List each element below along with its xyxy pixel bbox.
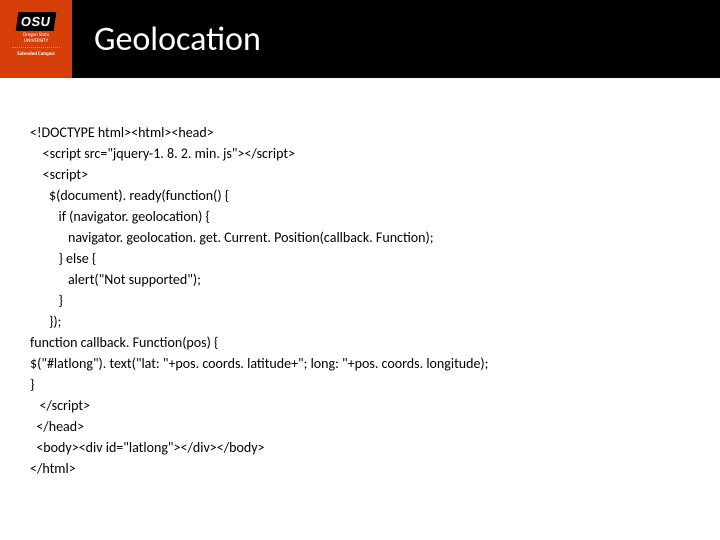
code-line: if (navigator. geolocation) { — [30, 208, 210, 225]
code-line: }); — [30, 313, 61, 330]
code-line: </head> — [30, 418, 84, 435]
code-line: <script> — [30, 166, 88, 183]
code-line: $(document). ready(function() { — [30, 187, 229, 204]
logo-extended: Extended Campus — [17, 51, 54, 57]
code-block: <!DOCTYPE html><html><head> <script src=… — [30, 122, 690, 479]
code-line: <!DOCTYPE html><html><head> — [30, 124, 214, 141]
osu-logo: OSU Oregon StateUNIVERSITY Extended Camp… — [0, 0, 72, 78]
logo-main-text: OSU — [16, 12, 56, 31]
code-line: </html> — [30, 460, 76, 477]
code-line: <body><div id="latlong"></div></body> — [30, 439, 265, 456]
code-line: alert("Not supported"); — [30, 271, 201, 288]
code-line: navigator. geolocation. get. Current. Po… — [30, 229, 434, 246]
logo-subtitle: Oregon StateUNIVERSITY — [23, 33, 50, 44]
page-title: Geolocation — [94, 19, 261, 60]
code-line: } else { — [30, 250, 96, 267]
code-line: } — [30, 376, 34, 393]
code-line: function callback. Function(pos) { — [30, 334, 218, 351]
header: OSU Oregon StateUNIVERSITY Extended Camp… — [0, 0, 720, 78]
code-line: </script> — [30, 397, 90, 414]
content-area: <!DOCTYPE html><html><head> <script src=… — [0, 78, 720, 479]
code-line: <script src="jquery-1. 8. 2. min. js"></… — [30, 145, 295, 162]
code-line: } — [30, 292, 63, 309]
code-line: $("#latlong"). text("lat: "+pos. coords.… — [30, 355, 488, 372]
logo-divider — [12, 47, 60, 48]
